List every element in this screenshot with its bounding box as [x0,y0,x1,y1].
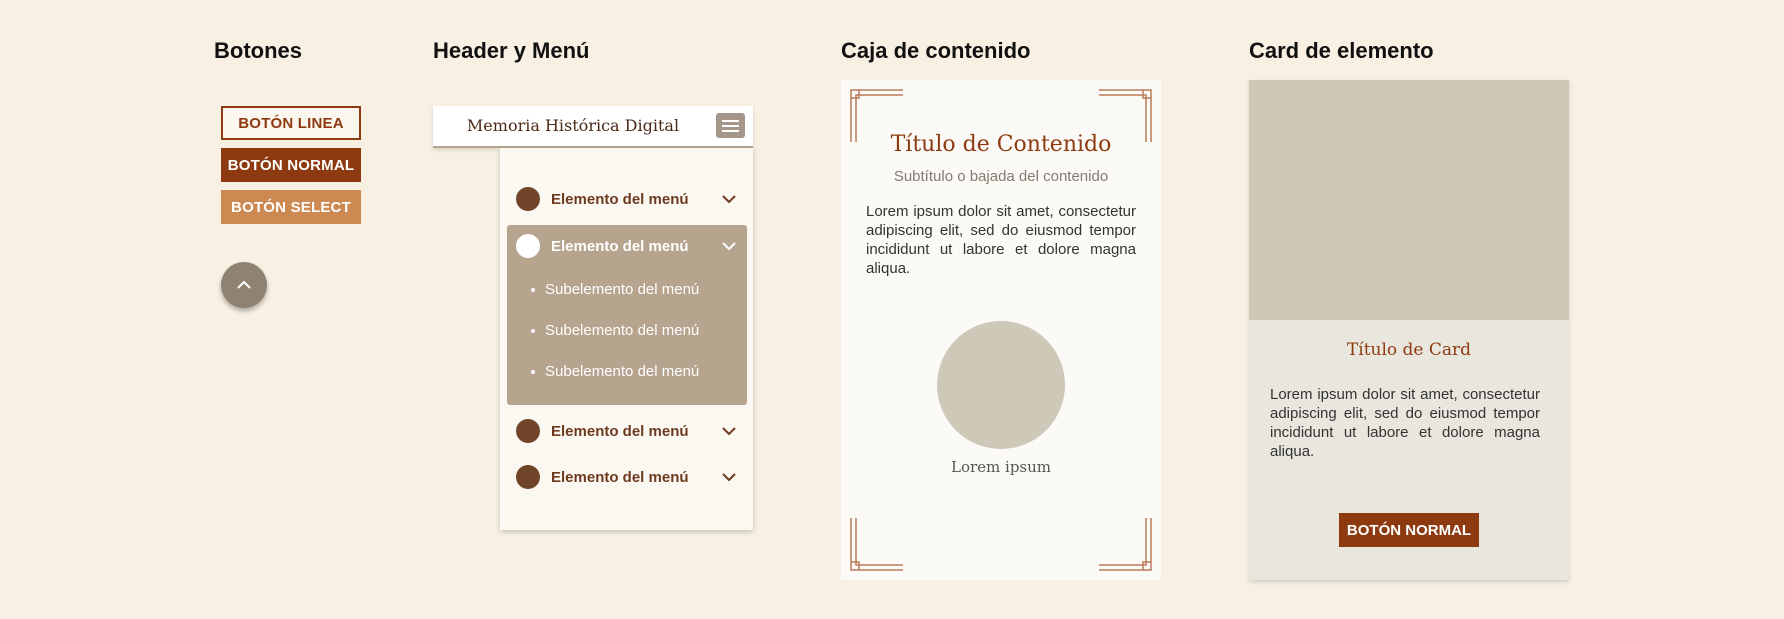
submenu-item-1[interactable]: Subelemento del menú [531,281,699,298]
card-button[interactable]: BOTÓN NORMAL [1339,513,1479,547]
content-box-section-title: Caja de contenido [841,38,1031,63]
card-title: Título de Card [1346,340,1472,360]
menu-item-label: Elemento del menú [551,468,689,486]
chevron-down-icon [722,195,736,204]
normal-button[interactable]: BOTÓN NORMAL [221,148,361,182]
scroll-top-button[interactable] [221,262,267,308]
menu-item-dot [516,187,540,211]
chevron-up-icon [237,280,251,289]
menu-item-dot [516,419,540,443]
content-body: Lorem ipsum dolor sit amet, consectetur … [866,203,1136,277]
header-menu-section-title: Header y Menú [433,38,590,63]
submenu-item-label: Subelemento del menú [545,322,700,339]
content-title: Título de Contenido [890,132,1112,157]
menu-item-4[interactable]: Elemento del menú [507,456,746,498]
card-image-placeholder [1249,80,1569,320]
submenu-item-3[interactable]: Subelemento del menú [531,363,699,380]
hamburger-icon [722,119,739,122]
menu-item-2-expanded: Elemento del menú Subelemento del menú S… [507,225,747,405]
chevron-down-icon [722,242,736,251]
chevron-down-icon [722,427,736,436]
menu-item-label: Elemento del menú [551,237,689,255]
menu-item-dot [516,465,540,489]
element-card: Título de Card Lorem ipsum dolor sit ame… [1249,80,1569,580]
menu-item-label: Elemento del menú [551,422,689,440]
card-body: Lorem ipsum dolor sit amet, consectetur … [1270,386,1540,460]
buttons-section-title: Botones [214,38,302,63]
submenu-item-2[interactable]: Subelemento del menú [531,322,699,339]
menu-item-2[interactable]: Elemento del menú [507,225,746,267]
corner-ornament-icon [1099,518,1152,571]
corner-ornament-icon [850,518,903,571]
content-subtitle: Subtítulo o bajada del contenido [893,168,1109,185]
menu-item-3[interactable]: Elemento del menú [507,410,746,452]
content-image-caption: Lorem ipsum [950,458,1051,476]
menu-item-dot [516,234,540,258]
site-title: Memoria Histórica Digital [466,116,680,135]
chevron-down-icon [722,473,736,482]
header-bar: Memoria Histórica Digital [433,106,753,148]
menu-toggle-button[interactable] [716,113,745,138]
card-section-title: Card de elemento [1249,38,1434,63]
select-button[interactable]: BOTÓN SELECT [221,190,361,224]
menu-item-label: Elemento del menú [551,190,689,208]
content-image-placeholder [937,321,1065,449]
submenu-item-label: Subelemento del menú [545,363,700,380]
submenu-item-label: Subelemento del menú [545,281,700,298]
content-box: Título de Contenido Subtítulo o bajada d… [841,80,1161,580]
menu-item-1[interactable]: Elemento del menú [507,178,746,220]
outline-button[interactable]: BOTÓN LINEA [221,106,361,140]
